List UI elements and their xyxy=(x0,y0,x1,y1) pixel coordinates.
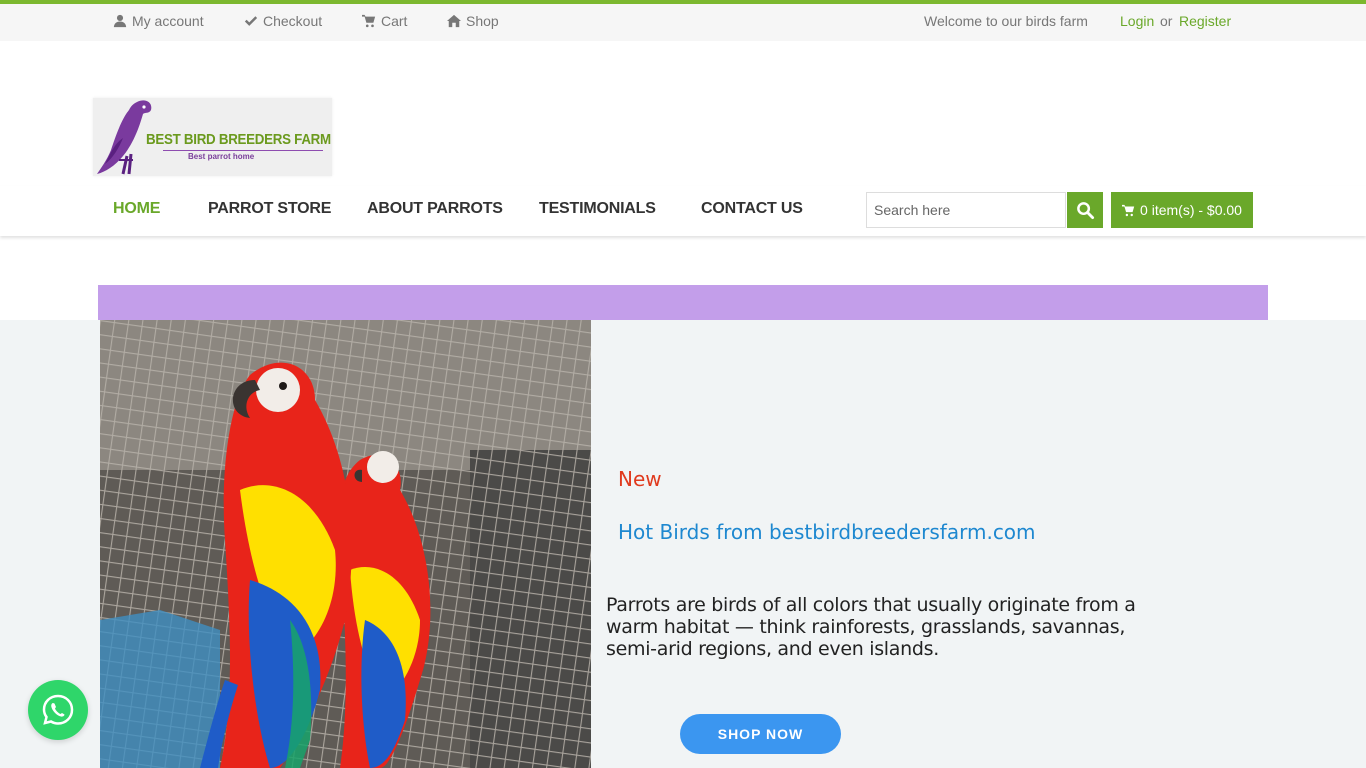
search-input[interactable] xyxy=(866,192,1066,228)
shop-label: Shop xyxy=(466,13,499,29)
search-button[interactable] xyxy=(1067,192,1103,228)
my-account-label: My account xyxy=(132,13,204,29)
checkout-link[interactable]: Checkout xyxy=(244,13,322,29)
nav-item-testimonials[interactable]: TESTIMONIALS xyxy=(539,200,656,218)
hero-description: Parrots are birds of all colors that usu… xyxy=(606,594,1136,660)
cart-summary-button[interactable]: 0 item(s) - $0.00 xyxy=(1111,192,1253,228)
home-icon xyxy=(447,14,461,28)
register-link[interactable]: Register xyxy=(1179,13,1231,29)
nav-item-about-parrots[interactable]: ABOUT PARROTS xyxy=(367,200,503,218)
cart-link[interactable]: Cart xyxy=(362,13,407,29)
hero-new-label: New xyxy=(618,467,662,491)
hero-hot-birds-link[interactable]: Hot Birds from bestbirdbreedersfarm.com xyxy=(618,520,1036,544)
cart-label: Cart xyxy=(381,13,408,29)
top-bar: My account Checkout Cart Shop Welcome to… xyxy=(0,0,1366,41)
check-icon xyxy=(244,16,258,26)
shop-now-button[interactable]: SHOP NOW xyxy=(680,714,841,754)
main-navigation: HOME PARROT STORE ABOUT PARROTS TESTIMON… xyxy=(0,186,1366,236)
cart-summary-label: 0 item(s) - $0.00 xyxy=(1140,202,1242,218)
my-account-link[interactable]: My account xyxy=(113,13,204,29)
user-icon xyxy=(113,14,127,28)
cart-icon xyxy=(1122,204,1135,216)
site-logo[interactable]: BEST BIRD BREEDERS FARM Best parrot home xyxy=(93,98,332,176)
logo-divider xyxy=(163,150,323,151)
whatsapp-chat-button[interactable] xyxy=(28,680,88,740)
cart-icon xyxy=(362,14,376,28)
logo-tagline: Best parrot home xyxy=(188,152,255,161)
login-link[interactable]: Login xyxy=(1120,13,1154,29)
nav-item-home[interactable]: HOME xyxy=(113,200,160,218)
search-icon xyxy=(1076,201,1094,219)
nav-item-contact-us[interactable]: CONTACT US xyxy=(701,200,803,218)
logo-title: BEST BIRD BREEDERS FARM xyxy=(146,132,331,148)
nav-item-parrot-store[interactable]: PARROT STORE xyxy=(208,200,331,218)
checkout-label: Checkout xyxy=(263,13,323,29)
whatsapp-icon xyxy=(42,694,74,725)
purple-banner xyxy=(98,285,1268,320)
welcome-text: Welcome to our birds farm xyxy=(924,13,1088,29)
or-text: or xyxy=(1160,13,1173,29)
shop-link[interactable]: Shop xyxy=(447,13,499,29)
hero-parrot-image xyxy=(100,320,591,768)
